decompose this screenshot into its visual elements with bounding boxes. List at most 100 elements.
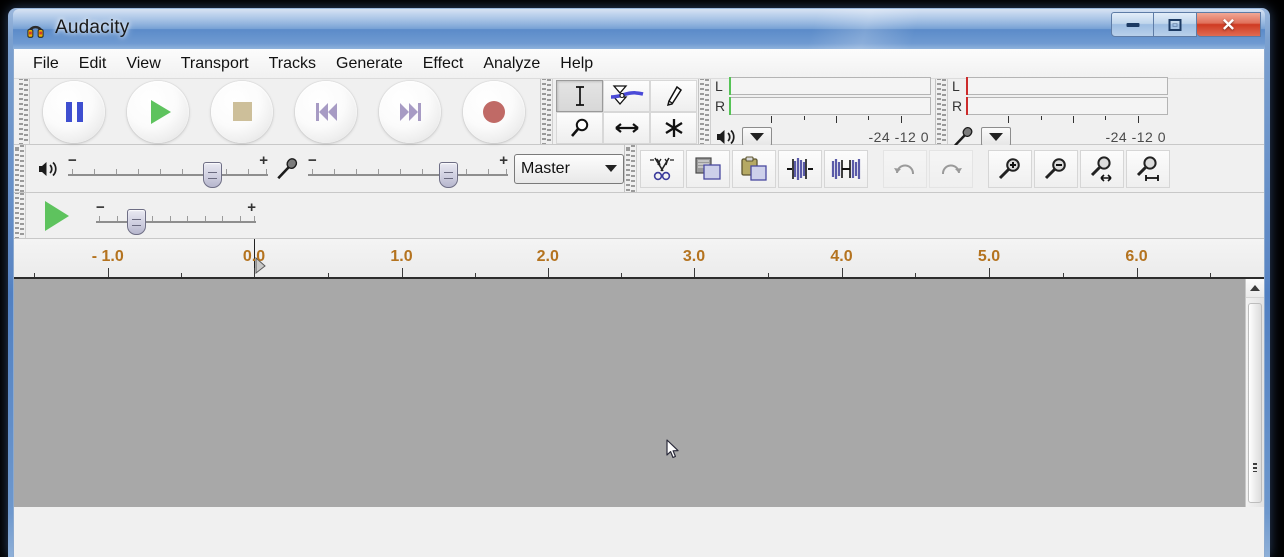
ruler-tick-major [107, 268, 109, 277]
timeline-ruler[interactable]: - 1.0 0.0 1.0 2.0 3.0 4.0 5.0 6.0 [14, 239, 1264, 279]
skip-to-start-button[interactable] [284, 80, 368, 143]
close-button[interactable]: ✕ [1197, 12, 1261, 37]
playback-scale-n24: -24 [868, 128, 891, 145]
output-slider-ticks [68, 166, 268, 174]
input-device-value: Master [521, 159, 570, 177]
recording-meter-dropdown[interactable] [981, 127, 1011, 146]
play-speed-toolbar-grip[interactable] [14, 193, 26, 238]
output-volume-slider[interactable]: − + [68, 149, 268, 189]
scrollbar-up-button[interactable] [1246, 279, 1264, 298]
i-beam-icon [575, 85, 584, 106]
track-panel[interactable] [14, 279, 1264, 507]
play-speed-slider[interactable]: − + [96, 196, 256, 236]
ruler-tick-minor [474, 273, 476, 277]
scrollbar-thumb[interactable] [1248, 303, 1262, 503]
toolbar-row-3: − + [14, 193, 1264, 239]
paste-button[interactable] [732, 149, 776, 188]
chevron-down-icon [605, 165, 617, 172]
input-volume-slider[interactable]: − + [308, 149, 508, 189]
copy-icon [695, 156, 721, 180]
transport-toolbar-grip[interactable] [18, 79, 30, 144]
microphone-icon [277, 157, 298, 179]
undo-icon [894, 164, 914, 174]
playback-meter-grip[interactable] [699, 79, 711, 144]
mixer-toolbar: − + − + Master [14, 145, 625, 192]
menu-item-effect[interactable]: Effect [413, 52, 474, 76]
zoom-out-button[interactable] [1034, 149, 1078, 188]
draw-tool[interactable] [650, 79, 697, 112]
input-slider-thumb[interactable] [439, 161, 458, 188]
tools-toolbar-grip[interactable] [541, 79, 553, 144]
ruler-label-3: 2.0 [536, 248, 559, 265]
menu-item-generate[interactable]: Generate [326, 52, 413, 76]
fit-project-icon [1136, 155, 1159, 181]
fit-project-button[interactable] [1126, 149, 1170, 188]
ruler-tick-major [989, 268, 990, 277]
playback-scale-n12: -12 [894, 128, 917, 145]
asterisk-icon [664, 118, 683, 137]
menu-item-help[interactable]: Help [550, 52, 603, 76]
play-speed-thumb[interactable] [127, 208, 146, 235]
mixer-toolbar-grip[interactable] [14, 145, 26, 192]
playback-meter-scale: -24 -12 0 [868, 129, 931, 145]
menu-item-file[interactable]: File [23, 52, 69, 76]
menu-item-analyze[interactable]: Analyze [473, 52, 550, 76]
ruler-label-5: 4.0 [830, 248, 853, 265]
output-slider-thumb[interactable] [203, 161, 222, 188]
playback-meter-dropdown[interactable] [742, 127, 772, 146]
stop-button[interactable] [200, 80, 284, 143]
recording-meter-grip[interactable] [936, 79, 948, 144]
minimize-button[interactable] [1111, 12, 1154, 37]
input-device-select[interactable]: Master [514, 153, 624, 184]
envelope-tool[interactable] [603, 79, 650, 112]
copy-button[interactable] [686, 149, 730, 188]
zoom-in-button[interactable] [988, 149, 1032, 188]
tools-toolbar [541, 79, 699, 144]
title-bar-sheen [13, 9, 1265, 29]
redo-icon [942, 164, 962, 174]
cut-button[interactable] [640, 149, 684, 188]
playback-meter-left-label: L [715, 78, 723, 94]
speaker-icon [39, 161, 57, 176]
recording-meter-bars: L R [952, 77, 1168, 116]
menu-item-view[interactable]: View [116, 52, 170, 76]
play-icon [150, 99, 171, 124]
arrow-pointer-icon [666, 439, 679, 459]
play-at-speed-button[interactable] [28, 200, 86, 231]
timeshift-tool[interactable] [603, 111, 650, 144]
maximize-button[interactable] [1154, 12, 1197, 37]
menu-item-tracks[interactable]: Tracks [259, 52, 326, 76]
fit-selection-button[interactable] [1080, 149, 1124, 188]
title-bar[interactable]: Audacity ✕ [13, 9, 1265, 49]
window-title: Audacity [55, 17, 130, 38]
ruler-tick-major [401, 268, 403, 277]
transport-toolbar [14, 79, 541, 144]
silence-button[interactable] [824, 149, 868, 188]
speaker-icon [717, 129, 735, 144]
zoom-tool[interactable] [556, 111, 603, 144]
selection-tool[interactable] [556, 79, 603, 112]
playback-meter-ticks [729, 115, 931, 125]
ruler-tick-minor [180, 273, 182, 277]
playback-meter[interactable]: L R -24 -12 0 [713, 74, 935, 150]
recording-meter-scale: -24 -12 0 [1105, 129, 1168, 145]
input-slider-ticks [308, 166, 508, 174]
pause-button[interactable] [32, 80, 116, 143]
skip-to-end-button[interactable] [368, 80, 452, 143]
skip-to-end-icon [399, 102, 421, 121]
play-button[interactable] [116, 80, 200, 143]
recording-meter[interactable]: L R -24 -12 0 [950, 74, 1172, 150]
undo-button[interactable] [883, 149, 927, 188]
redo-button[interactable] [929, 149, 973, 188]
vertical-scrollbar[interactable] [1245, 279, 1264, 507]
playback-meter-left-bar [729, 77, 931, 95]
menu-item-transport[interactable]: Transport [171, 52, 259, 76]
ruler-label-1: 0.0 [242, 248, 266, 265]
multi-tool[interactable] [650, 111, 697, 144]
recording-meter-right-label: R [952, 98, 963, 114]
paste-icon [741, 155, 767, 181]
record-button[interactable] [452, 80, 536, 143]
trim-button[interactable] [778, 149, 822, 188]
edit-toolbar-grip[interactable] [625, 145, 637, 192]
menu-item-edit[interactable]: Edit [69, 52, 117, 76]
